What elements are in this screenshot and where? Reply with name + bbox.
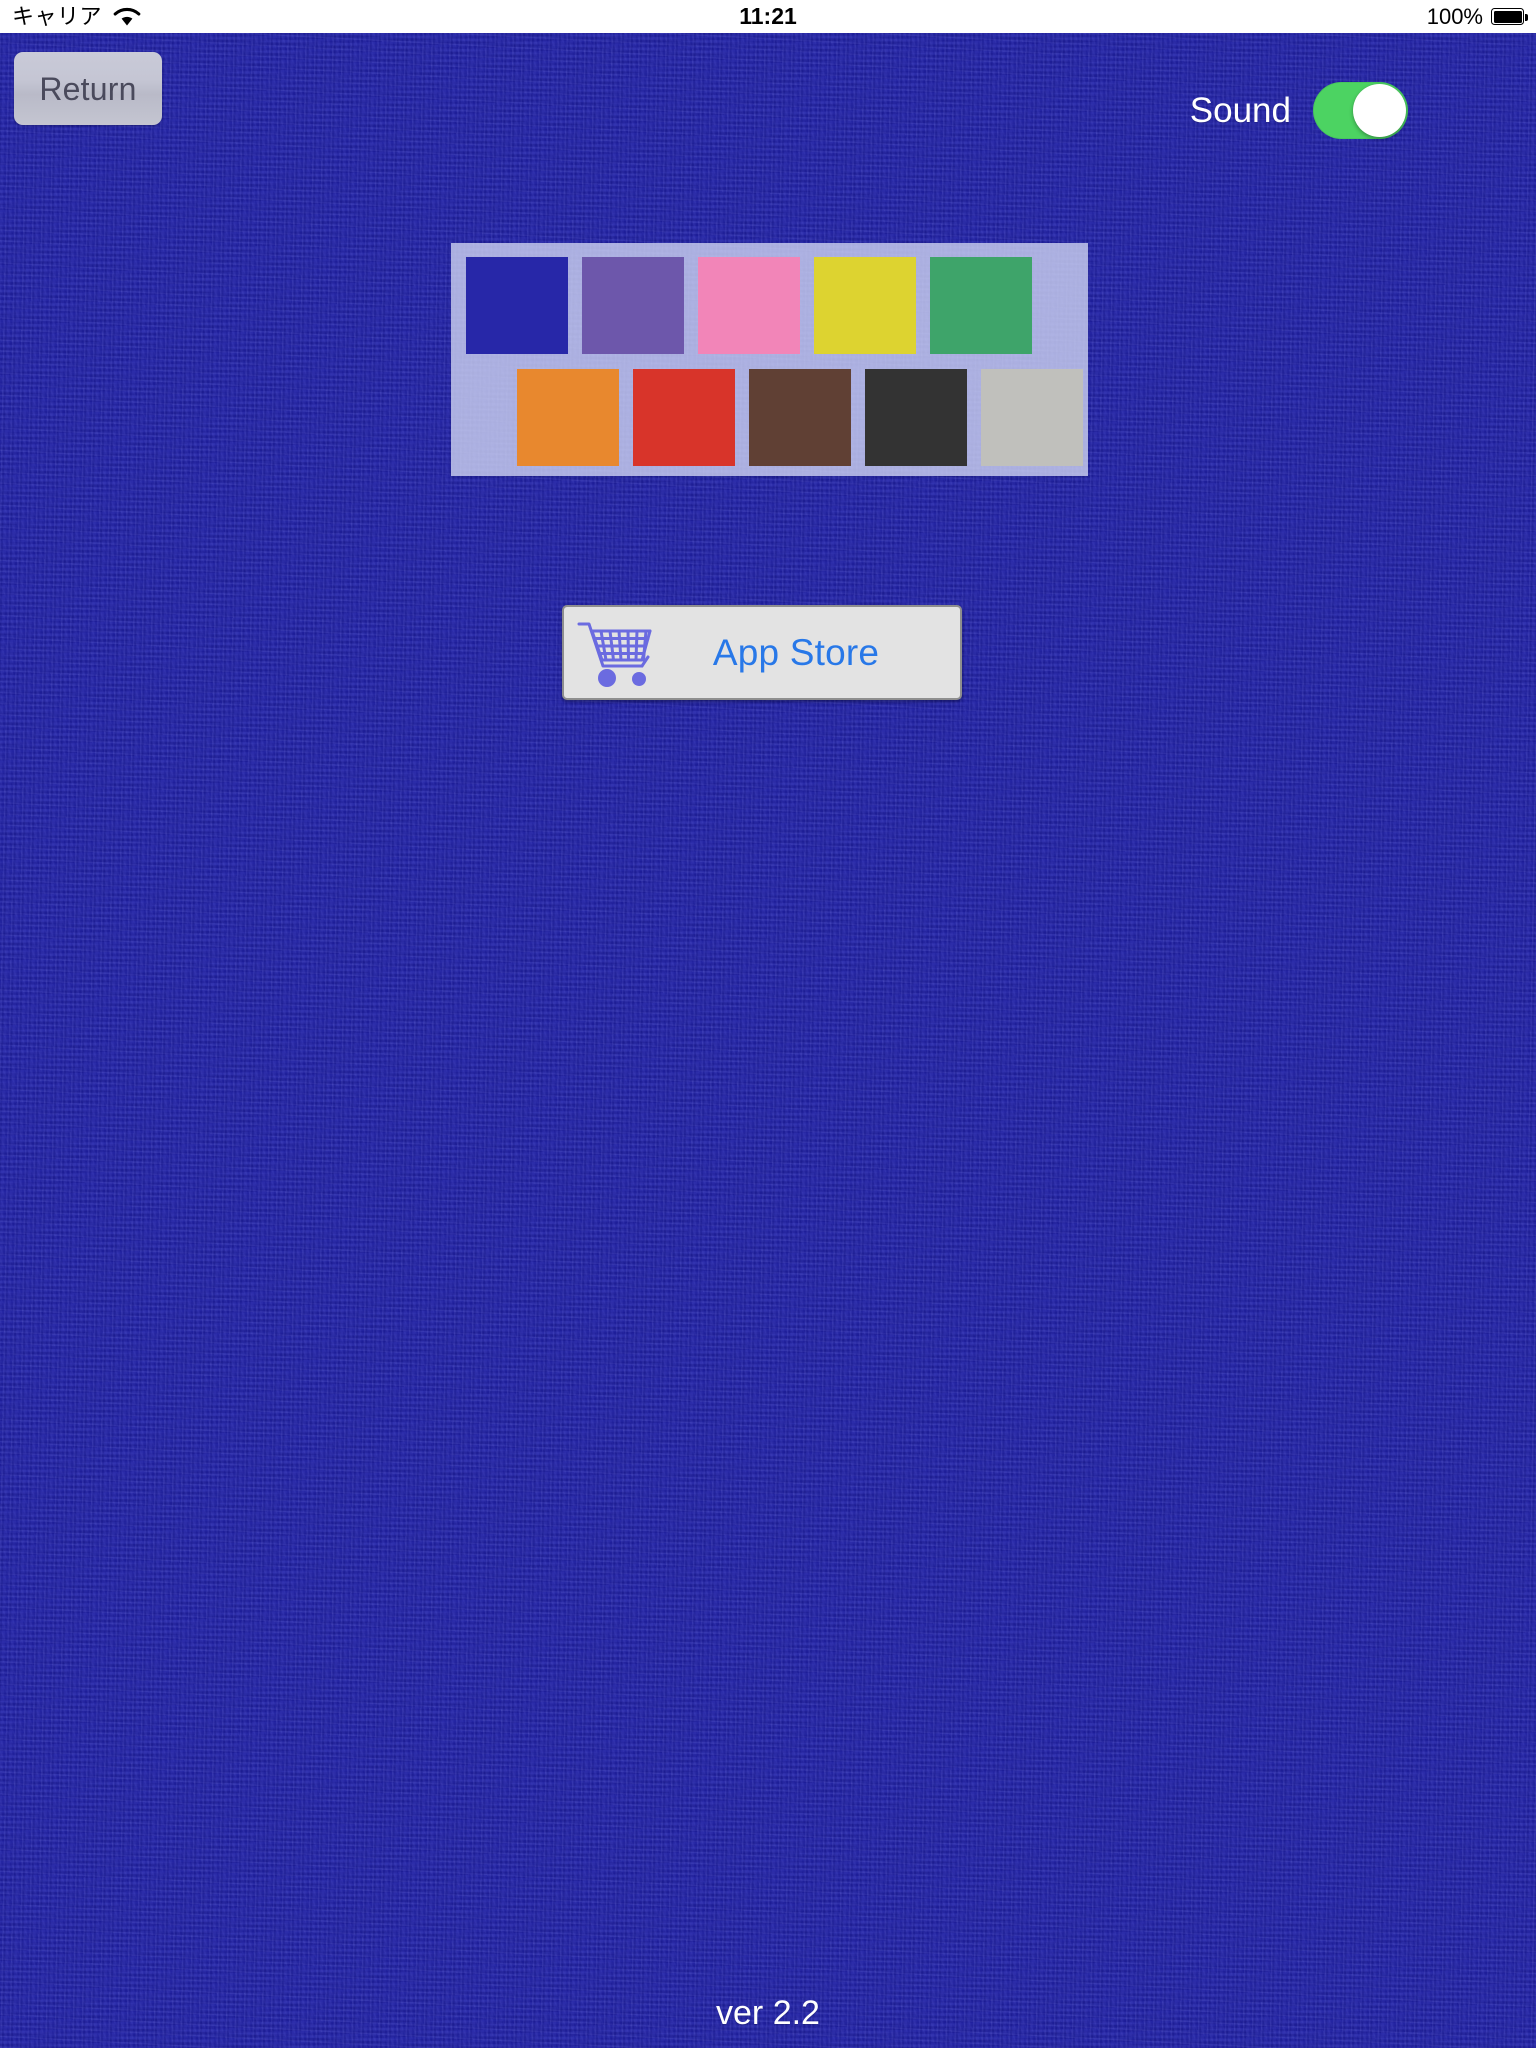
return-button-label: Return — [39, 70, 137, 107]
status-bar-right: 100% — [1426, 0, 1528, 33]
sound-toggle-switch[interactable] — [1313, 82, 1408, 139]
shopping-cart-icon — [577, 622, 652, 687]
color-swatch-row-top — [466, 257, 1032, 354]
version-label: ver 2.2 — [716, 1994, 820, 2032]
color-swatch-red[interactable] — [633, 369, 735, 466]
color-swatch-orange[interactable] — [517, 369, 619, 466]
battery-fill — [1493, 10, 1522, 23]
return-button[interactable]: Return — [14, 52, 162, 125]
color-swatch-purple[interactable] — [582, 257, 684, 354]
app-store-button[interactable]: App Store — [562, 605, 962, 700]
battery-percent-label: 100% — [1426, 3, 1483, 29]
status-bar: キャリア 11:21 100% — [0, 0, 1536, 33]
color-swatch-black[interactable] — [865, 369, 967, 466]
sound-label: Sound — [1189, 91, 1291, 130]
color-swatch-brown[interactable] — [749, 369, 851, 466]
color-swatch-pink[interactable] — [698, 257, 800, 354]
sound-setting: Sound — [1190, 82, 1408, 139]
color-swatch-gray[interactable] — [981, 369, 1083, 466]
color-swatch-row-bottom — [517, 369, 1083, 466]
color-swatch-green[interactable] — [930, 257, 1032, 354]
app-screen: キャリア 11:21 100% Return Sound App Store v… — [0, 0, 1536, 2048]
color-swatch-blue[interactable] — [466, 257, 568, 354]
battery-icon — [1491, 8, 1528, 25]
color-swatch-yellow[interactable] — [814, 257, 916, 354]
status-bar-clock: 11:21 — [739, 3, 797, 29]
app-store-button-label: App Store — [712, 632, 880, 673]
color-palette-panel — [451, 243, 1088, 476]
sound-toggle-knob — [1353, 84, 1406, 137]
